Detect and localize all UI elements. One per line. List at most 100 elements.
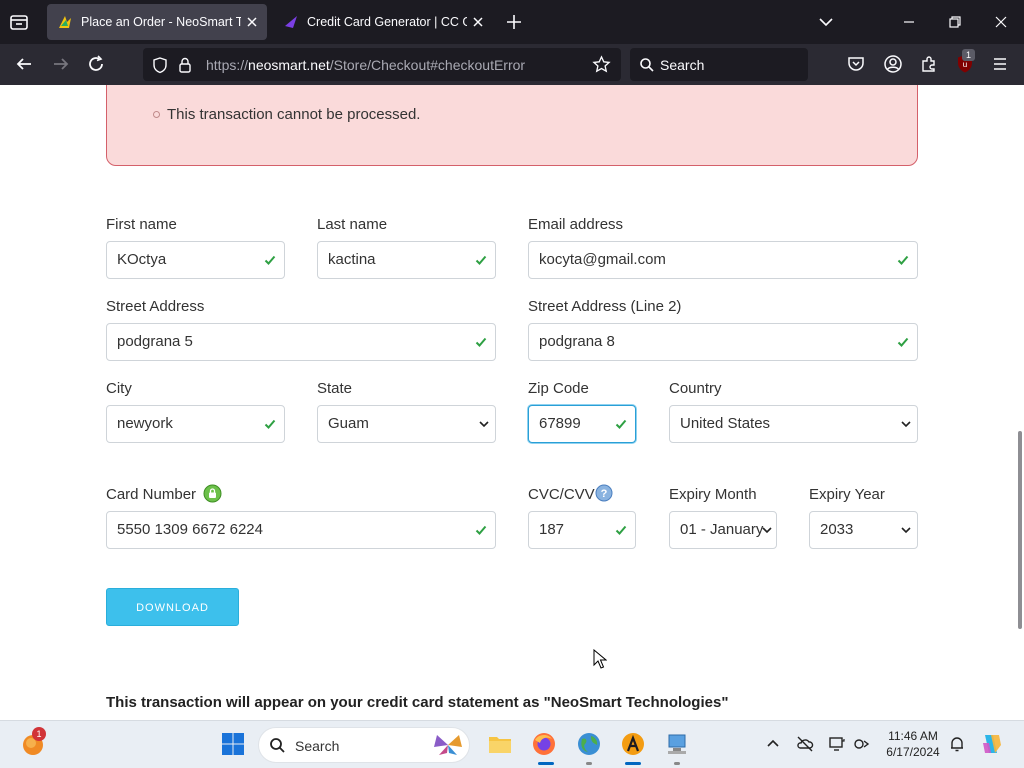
neosmart-favicon-icon: [59, 16, 71, 28]
statement-notice: This transaction will appear on your cre…: [106, 694, 729, 711]
street-address-label: Street Address: [106, 298, 205, 315]
last-name-label: Last name: [317, 216, 388, 233]
ublock-extension[interactable]: u 1: [954, 49, 976, 75]
copilot-icon[interactable]: [979, 731, 1005, 757]
email-value: kocyta@gmail.com: [539, 251, 666, 268]
taskbar-search-label: Search: [295, 738, 340, 754]
half-life-app-icon[interactable]: [620, 731, 646, 757]
network-computer-icon[interactable]: [664, 731, 690, 757]
page-scrollbar[interactable]: [1018, 431, 1022, 629]
firefox-icon[interactable]: [531, 731, 557, 757]
tab-neosmart-order[interactable]: Place an Order - NeoSmart Technologies: [47, 4, 267, 40]
notification-bell-icon[interactable]: [948, 735, 966, 753]
error-bullet-icon: [153, 111, 160, 118]
valid-check-icon: [615, 525, 627, 535]
city-label: City: [106, 380, 132, 397]
notification-badge: 1: [32, 727, 46, 741]
extensions-icon[interactable]: [919, 54, 939, 74]
close-tab-icon[interactable]: [245, 15, 259, 29]
browser-tab-strip: Place an Order - NeoSmart Technologies C…: [0, 0, 1024, 44]
city-field[interactable]: newyork: [106, 405, 285, 443]
first-name-field[interactable]: KOctya: [106, 241, 285, 279]
expiry-month-value: 01 - January: [680, 521, 764, 538]
svg-text:u: u: [963, 60, 967, 69]
account-icon[interactable]: [883, 54, 903, 74]
chevron-down-icon: [479, 421, 489, 428]
globe-app-icon[interactable]: [576, 731, 602, 757]
street-address-2-value: podgrana 8: [539, 333, 615, 350]
browser-navigation-bar: https://neosmart.net/Store/Checkout#chec…: [0, 44, 1024, 85]
help-question-icon[interactable]: ?: [595, 484, 613, 502]
expiry-month-select[interactable]: 01 - January: [669, 511, 777, 549]
mouse-cursor-icon: [593, 649, 607, 669]
expiry-year-select[interactable]: 2033: [809, 511, 918, 549]
shield-icon[interactable]: [151, 56, 169, 74]
valid-check-icon: [475, 337, 487, 347]
pocket-icon[interactable]: [846, 54, 866, 74]
state-select[interactable]: Guam: [317, 405, 496, 443]
forward-arrow-icon[interactable]: [51, 54, 71, 74]
cvc-field[interactable]: 187: [528, 511, 636, 549]
address-bar[interactable]: https://neosmart.net/Store/Checkout#chec…: [143, 48, 621, 81]
onedrive-offline-icon[interactable]: [796, 735, 814, 753]
url-path: /Store/Checkout#checkoutError: [329, 57, 526, 73]
active-app-indicator: [625, 762, 641, 765]
minimize-icon[interactable]: [901, 14, 917, 30]
tab-cc-generator[interactable]: Credit Card Generator | CC Generator: [273, 4, 493, 40]
street-address-2-field[interactable]: podgrana 8: [528, 323, 918, 361]
state-label: State: [317, 380, 353, 397]
expiry-year-label: Expiry Year: [809, 486, 885, 503]
download-button[interactable]: DOWNLOAD: [106, 588, 239, 626]
firefox-view-icon[interactable]: [8, 11, 30, 33]
display-icon[interactable]: [828, 735, 846, 753]
first-name-label: First name: [106, 216, 177, 233]
active-app-indicator: [538, 762, 554, 765]
menu-hamburger-icon[interactable]: [990, 54, 1010, 74]
lock-icon[interactable]: [177, 56, 193, 74]
clock-date: 6/17/2024: [886, 745, 940, 759]
close-window-icon[interactable]: [993, 14, 1009, 30]
system-clock[interactable]: 11:46 AM 6/17/2024: [880, 728, 946, 760]
valid-check-icon: [475, 255, 487, 265]
country-select[interactable]: United States: [669, 405, 918, 443]
street-address-field[interactable]: podgrana 5: [106, 323, 496, 361]
cc-generator-favicon-icon: [285, 16, 297, 28]
chevron-up-icon[interactable]: [764, 735, 782, 753]
back-arrow-icon[interactable]: [14, 54, 34, 74]
windows-taskbar: 1 Search 11:46 AM 6/17/2024: [0, 720, 1024, 768]
chevron-down-icon: [901, 527, 911, 534]
search-bar[interactable]: Search: [630, 48, 808, 81]
chevron-down-icon: [762, 527, 772, 534]
tab-title: Credit Card Generator | CC Generator: [307, 15, 467, 29]
zip-code-field[interactable]: 67899: [528, 405, 636, 443]
zip-code-label: Zip Code: [528, 380, 589, 397]
search-placeholder: Search: [660, 57, 705, 73]
bookmark-star-icon[interactable]: [592, 55, 611, 74]
restore-icon[interactable]: [947, 14, 963, 30]
url-host: neosmart.net: [248, 57, 330, 73]
zip-code-value: 67899: [539, 415, 581, 432]
file-explorer-icon[interactable]: [487, 731, 513, 757]
valid-check-icon: [897, 255, 909, 265]
taskbar-search-box[interactable]: Search: [258, 727, 470, 763]
state-value: Guam: [328, 415, 369, 432]
new-tab-icon[interactable]: [505, 13, 523, 31]
chevron-down-icon: [901, 421, 911, 428]
network-volume-icon[interactable]: [853, 735, 871, 753]
valid-check-icon: [615, 419, 627, 429]
tab-title: Place an Order - NeoSmart Technologies: [81, 15, 241, 29]
email-field[interactable]: kocyta@gmail.com: [528, 241, 918, 279]
card-number-field[interactable]: 5550 1309 6672 6224: [106, 511, 496, 549]
reload-icon[interactable]: [86, 54, 106, 74]
last-name-field[interactable]: kactina: [317, 241, 496, 279]
search-icon: [270, 738, 285, 753]
checkout-page: This transaction cannot be processed. Fi…: [0, 85, 1024, 720]
search-highlight-butterfly-icon: [434, 735, 462, 755]
close-tab-icon[interactable]: [471, 15, 485, 29]
list-all-tabs-icon[interactable]: [818, 15, 834, 29]
running-app-indicator: [586, 762, 592, 765]
widgets-weather[interactable]: 1: [20, 727, 48, 759]
windows-start-icon[interactable]: [220, 731, 246, 757]
country-value: United States: [680, 415, 771, 432]
search-icon: [640, 58, 654, 72]
